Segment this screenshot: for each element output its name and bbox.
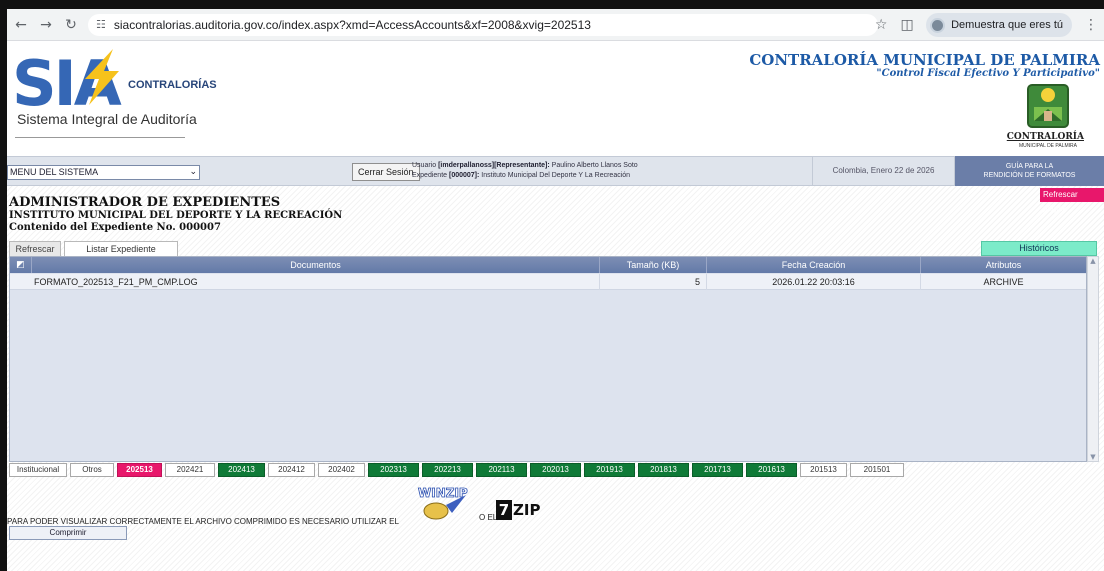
- guide-link[interactable]: GUÍA PARA LA RENDICIÓN DE FORMATOS: [955, 156, 1104, 186]
- historicos-button[interactable]: Históricos: [981, 241, 1097, 256]
- menu-bar: MENU DEL SISTEMA ⌄ Cerrar Sesión Usuario…: [7, 156, 1104, 186]
- back-icon[interactable]: ←: [10, 14, 32, 36]
- logo-contralorias: CONTRALORÍAS: [128, 79, 217, 91]
- org-seal-word: CONTRALORÍA: [1006, 132, 1084, 142]
- select-all-icon[interactable]: ◩: [10, 257, 32, 273]
- system-menu-value: MENU DEL SISTEMA: [10, 167, 99, 177]
- tab-202213[interactable]: 202213: [422, 463, 473, 477]
- scroll-up-icon[interactable]: ▲: [1088, 257, 1098, 265]
- tab-202513[interactable]: 202513: [117, 463, 162, 477]
- entity-name: INSTITUTO MUNICIPAL DEL DEPORTE Y LA REC…: [9, 210, 343, 221]
- guide-line2: RENDICIÓN DE FORMATOS: [983, 172, 1076, 179]
- tab-201713[interactable]: 201713: [692, 463, 743, 477]
- expediente-id: [000007]:: [448, 172, 480, 179]
- tab-201613[interactable]: 201613: [746, 463, 797, 477]
- user-info: Usuario [imderpallanoss][Representante]:…: [412, 161, 638, 181]
- column-header-created[interactable]: Fecha Creación: [707, 257, 921, 273]
- tab-202412[interactable]: 202412: [268, 463, 315, 477]
- org-title: CONTRALORÍA MUNICIPAL DE PALMIRA: [749, 51, 1100, 69]
- page-title: ADMINISTRADOR DE EXPEDIENTES: [9, 195, 281, 210]
- compress-instructions: PARA PODER VISUALIZAR CORRECTAMENTE EL A…: [7, 517, 399, 526]
- avatar: [930, 17, 946, 33]
- table-row[interactable]: FORMATO_202513_F21_PM_CMP.LOG 5 2026.01.…: [10, 274, 1086, 290]
- or-label: O EL: [479, 513, 498, 522]
- cell-created: 2026.01.22 20:03:16: [707, 274, 921, 290]
- org-seal-sub: MUNICIPAL DE PALMIRA: [1019, 143, 1077, 149]
- tab-202421[interactable]: 202421: [165, 463, 215, 477]
- winzip-logo-icon[interactable]: WINZIP: [416, 483, 474, 521]
- divider: [15, 137, 185, 138]
- tab-201513[interactable]: 201513: [800, 463, 847, 477]
- refresh-page-button[interactable]: Refrescar página: [1040, 188, 1104, 213]
- compress-button[interactable]: Comprimir: [9, 526, 127, 540]
- expediente-prefix: Expediente: [412, 172, 449, 179]
- forward-icon[interactable]: →: [35, 14, 57, 36]
- bookmark-star-icon[interactable]: ☆: [868, 17, 894, 33]
- tab-201501[interactable]: 201501: [850, 463, 904, 477]
- tab-otros[interactable]: Otros: [70, 463, 114, 477]
- grid-header: ◩ Documentos Tamaño (KB) Fecha Creación …: [10, 257, 1086, 273]
- site-header: SIA CONTRALORÍAS Sistema Integral de Aud…: [7, 41, 1104, 156]
- reload-icon[interactable]: ↻: [60, 14, 82, 36]
- tab-institucional[interactable]: Institucional: [9, 463, 67, 477]
- tab-201813[interactable]: 201813: [638, 463, 689, 477]
- logout-button[interactable]: Cerrar Sesión: [352, 163, 420, 181]
- expediente-content-label: Contenido del Expediente No. 000007: [9, 222, 221, 233]
- user-name: Paulino Alberto Llanos Soto: [549, 162, 638, 169]
- org-subtitle: "Control Fiscal Efectivo Y Participativo…: [876, 68, 1100, 79]
- profile-label: Demuestra que eres tú: [951, 19, 1063, 31]
- 7zip-seven: 7: [496, 500, 512, 520]
- cell-size: 5: [600, 274, 707, 290]
- period-tabs: Institucional Otros 202513 202421 202413 2024…: [9, 463, 907, 479]
- current-date: Colombia, Enero 22 de 2026: [812, 157, 955, 185]
- logo-tagline: Sistema Integral de Auditoría: [17, 111, 197, 127]
- column-header-size[interactable]: Tamaño (KB): [600, 257, 707, 273]
- browser-menu-icon[interactable]: ⋮: [1078, 17, 1104, 33]
- guide-line1: GUÍA PARA LA: [1005, 163, 1054, 170]
- tab-202013[interactable]: 202013: [530, 463, 581, 477]
- column-header-documents[interactable]: Documentos: [32, 257, 600, 273]
- tab-202113[interactable]: 202113: [476, 463, 527, 477]
- tab-202402[interactable]: 202402: [318, 463, 365, 477]
- extensions-icon[interactable]: ◫: [894, 17, 920, 33]
- system-menu-select[interactable]: MENU DEL SISTEMA ⌄: [7, 165, 200, 180]
- lightning-bolt-icon: [85, 49, 119, 105]
- tab-202413[interactable]: 202413: [218, 463, 265, 477]
- expediente-name: Instituto Municipal Del Deporte Y La Rec…: [479, 172, 631, 179]
- 7zip-zip: ZIP: [513, 501, 541, 519]
- profile-button[interactable]: Demuestra que eres tú: [926, 13, 1072, 37]
- url-text: siacontralorias.auditoria.gov.co/index.a…: [113, 17, 591, 32]
- tab-202313[interactable]: 202313: [368, 463, 419, 477]
- scroll-down-icon[interactable]: ▼: [1088, 453, 1098, 461]
- documents-grid: ◩ Documentos Tamaño (KB) Fecha Creación …: [9, 256, 1087, 462]
- user-prefix: Usuario: [412, 162, 439, 169]
- user-id: [imderpallanoss][Representante]:: [438, 162, 550, 169]
- cell-attributes: ARCHIVE: [983, 277, 1024, 287]
- tab-refresh[interactable]: Refrescar: [9, 241, 61, 257]
- column-header-attributes[interactable]: Atributos: [921, 257, 1086, 273]
- browser-toolbar: ← → ↻ ☷ siacontralorias.auditoria.gov.co…: [7, 9, 1104, 41]
- 7zip-logo[interactable]: 7 ZIP: [496, 500, 540, 520]
- address-bar[interactable]: ☷ siacontralorias.auditoria.gov.co/index…: [88, 13, 878, 36]
- tab-201913[interactable]: 201913: [584, 463, 635, 477]
- cell-document[interactable]: FORMATO_202513_F21_PM_CMP.LOG: [10, 274, 600, 290]
- chevron-down-icon: ⌄: [189, 167, 197, 177]
- grid-scrollbar[interactable]: ▲ ▼: [1087, 256, 1099, 462]
- municipal-crest-icon: [1027, 84, 1069, 128]
- main-content: ADMINISTRADOR DE EXPEDIENTES INSTITUTO M…: [7, 186, 1104, 571]
- tab-list-expediente[interactable]: Listar Expediente: [64, 241, 178, 257]
- site-settings-icon[interactable]: ☷: [96, 18, 106, 31]
